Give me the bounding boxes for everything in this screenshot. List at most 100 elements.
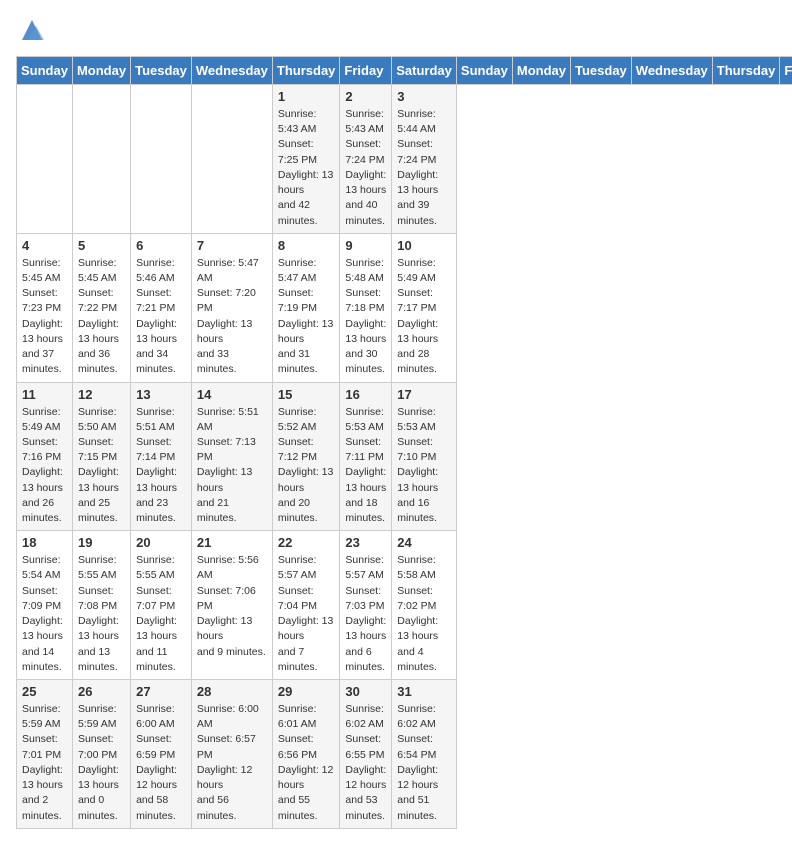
- day-info: Sunrise: 5:46 AM Sunset: 7:21 PM Dayligh…: [136, 256, 186, 378]
- day-info: Sunrise: 5:49 AM Sunset: 7:17 PM Dayligh…: [397, 256, 451, 378]
- day-number: 18: [22, 535, 67, 550]
- day-info: Sunrise: 5:45 AM Sunset: 7:22 PM Dayligh…: [78, 256, 125, 378]
- col-header-tuesday: Tuesday: [571, 57, 632, 85]
- calendar-cell: 26 Sunrise: 5:59 AM Sunset: 7:00 PM Dayli…: [72, 680, 130, 829]
- day-info: Sunrise: 5:47 AM Sunset: 7:19 PM Dayligh…: [278, 256, 335, 378]
- day-info: Sunrise: 5:43 AM Sunset: 7:24 PM Dayligh…: [345, 107, 386, 229]
- header-sunday: Sunday: [17, 57, 73, 85]
- day-number: 3: [397, 89, 451, 104]
- calendar-cell: 23 Sunrise: 5:57 AM Sunset: 7:03 PM Dayli…: [340, 531, 392, 680]
- day-info: Sunrise: 5:45 AM Sunset: 7:23 PM Dayligh…: [22, 256, 67, 378]
- day-number: 5: [78, 238, 125, 253]
- day-number: 19: [78, 535, 125, 550]
- day-number: 9: [345, 238, 386, 253]
- day-info: Sunrise: 5:57 AM Sunset: 7:04 PM Dayligh…: [278, 553, 335, 675]
- calendar-cell: 17Sunrise: 5:53 AM Sunset: 7:10 PM Dayli…: [392, 382, 457, 531]
- header-thursday: Thursday: [272, 57, 340, 85]
- calendar-cell: [17, 85, 73, 234]
- day-info: Sunrise: 6:00 AM Sunset: 6:57 PM Dayligh…: [197, 702, 267, 824]
- day-info: Sunrise: 5:55 AM Sunset: 7:07 PM Dayligh…: [136, 553, 186, 675]
- day-number: 15: [278, 387, 335, 402]
- calendar-header-row: SundayMondayTuesdayWednesdayThursdayFrid…: [17, 57, 792, 85]
- day-number: 16: [345, 387, 386, 402]
- calendar-cell: 11 Sunrise: 5:49 AM Sunset: 7:16 PM Dayli…: [17, 382, 73, 531]
- calendar-cell: 7 Sunrise: 5:47 AM Sunset: 7:20 PM Daylig…: [191, 233, 272, 382]
- day-info: Sunrise: 5:47 AM Sunset: 7:20 PM Dayligh…: [197, 256, 267, 378]
- day-number: 8: [278, 238, 335, 253]
- day-number: 29: [278, 684, 335, 699]
- day-number: 20: [136, 535, 186, 550]
- week-row-4: 18 Sunrise: 5:54 AM Sunset: 7:09 PM Dayli…: [17, 531, 792, 680]
- calendar-cell: 28Sunrise: 6:00 AM Sunset: 6:57 PM Dayli…: [191, 680, 272, 829]
- day-info: Sunrise: 5:48 AM Sunset: 7:18 PM Dayligh…: [345, 256, 386, 378]
- calendar-cell: 22 Sunrise: 5:57 AM Sunset: 7:04 PM Dayli…: [272, 531, 340, 680]
- col-header-thursday: Thursday: [712, 57, 780, 85]
- calendar-cell: 9 Sunrise: 5:48 AM Sunset: 7:18 PM Daylig…: [340, 233, 392, 382]
- calendar-cell: 25Sunrise: 5:59 AM Sunset: 7:01 PM Dayli…: [17, 680, 73, 829]
- day-number: 1: [278, 89, 335, 104]
- calendar-cell: 1 Sunrise: 5:43 AM Sunset: 7:25 PM Daylig…: [272, 85, 340, 234]
- col-header-friday: Friday: [780, 57, 792, 85]
- day-number: 17: [397, 387, 451, 402]
- day-number: 7: [197, 238, 267, 253]
- day-info: Sunrise: 5:44 AM Sunset: 7:24 PM Dayligh…: [397, 107, 451, 229]
- day-info: Sunrise: 5:54 AM Sunset: 7:09 PM Dayligh…: [22, 553, 67, 675]
- day-info: Sunrise: 5:53 AM Sunset: 7:11 PM Dayligh…: [345, 405, 386, 527]
- day-info: Sunrise: 5:43 AM Sunset: 7:25 PM Dayligh…: [278, 107, 335, 229]
- day-info: Sunrise: 5:59 AM Sunset: 7:00 PM Dayligh…: [78, 702, 125, 824]
- day-number: 2: [345, 89, 386, 104]
- calendar-table: SundayMondayTuesdayWednesdayThursdayFrid…: [16, 56, 792, 829]
- day-number: 13: [136, 387, 186, 402]
- week-row-5: 25Sunrise: 5:59 AM Sunset: 7:01 PM Dayli…: [17, 680, 792, 829]
- calendar-cell: [72, 85, 130, 234]
- calendar-cell: 13 Sunrise: 5:51 AM Sunset: 7:14 PM Dayli…: [131, 382, 192, 531]
- calendar-cell: 29 Sunrise: 6:01 AM Sunset: 6:56 PM Dayli…: [272, 680, 340, 829]
- calendar-cell: 10 Sunrise: 5:49 AM Sunset: 7:17 PM Dayli…: [392, 233, 457, 382]
- day-info: Sunrise: 5:55 AM Sunset: 7:08 PM Dayligh…: [78, 553, 125, 675]
- day-number: 26: [78, 684, 125, 699]
- day-number: 30: [345, 684, 386, 699]
- day-number: 12: [78, 387, 125, 402]
- calendar-cell: 27 Sunrise: 6:00 AM Sunset: 6:59 PM Dayli…: [131, 680, 192, 829]
- calendar-cell: 2 Sunrise: 5:43 AM Sunset: 7:24 PM Daylig…: [340, 85, 392, 234]
- col-header-sunday: Sunday: [456, 57, 512, 85]
- page-header: [16, 16, 776, 44]
- header-monday: Monday: [72, 57, 130, 85]
- calendar-cell: 18 Sunrise: 5:54 AM Sunset: 7:09 PM Dayli…: [17, 531, 73, 680]
- calendar-cell: 4Sunrise: 5:45 AM Sunset: 7:23 PM Daylig…: [17, 233, 73, 382]
- calendar-cell: 8 Sunrise: 5:47 AM Sunset: 7:19 PM Daylig…: [272, 233, 340, 382]
- day-info: Sunrise: 6:00 AM Sunset: 6:59 PM Dayligh…: [136, 702, 186, 824]
- day-number: 10: [397, 238, 451, 253]
- calendar-cell: 3 Sunrise: 5:44 AM Sunset: 7:24 PM Daylig…: [392, 85, 457, 234]
- calendar-cell: 15 Sunrise: 5:52 AM Sunset: 7:12 PM Dayli…: [272, 382, 340, 531]
- day-info: Sunrise: 5:56 AM Sunset: 7:06 PM Dayligh…: [197, 553, 267, 660]
- day-info: Sunrise: 5:51 AM Sunset: 7:14 PM Dayligh…: [136, 405, 186, 527]
- day-number: 31: [397, 684, 451, 699]
- calendar-cell: 31 Sunrise: 6:02 AM Sunset: 6:54 PM Dayli…: [392, 680, 457, 829]
- day-number: 24: [397, 535, 451, 550]
- day-number: 27: [136, 684, 186, 699]
- day-info: Sunrise: 5:51 AM Sunset: 7:13 PM Dayligh…: [197, 405, 267, 527]
- day-number: 23: [345, 535, 386, 550]
- calendar-cell: 30 Sunrise: 6:02 AM Sunset: 6:55 PM Dayli…: [340, 680, 392, 829]
- day-info: Sunrise: 5:50 AM Sunset: 7:15 PM Dayligh…: [78, 405, 125, 527]
- logo-icon: [18, 16, 46, 44]
- header-friday: Friday: [340, 57, 392, 85]
- calendar-cell: [191, 85, 272, 234]
- col-header-wednesday: Wednesday: [631, 57, 712, 85]
- day-number: 21: [197, 535, 267, 550]
- day-number: 14: [197, 387, 267, 402]
- day-info: Sunrise: 6:02 AM Sunset: 6:55 PM Dayligh…: [345, 702, 386, 824]
- day-info: Sunrise: 6:01 AM Sunset: 6:56 PM Dayligh…: [278, 702, 335, 824]
- day-info: Sunrise: 5:52 AM Sunset: 7:12 PM Dayligh…: [278, 405, 335, 527]
- day-info: Sunrise: 6:02 AM Sunset: 6:54 PM Dayligh…: [397, 702, 451, 824]
- day-number: 22: [278, 535, 335, 550]
- week-row-2: 4Sunrise: 5:45 AM Sunset: 7:23 PM Daylig…: [17, 233, 792, 382]
- week-row-3: 11 Sunrise: 5:49 AM Sunset: 7:16 PM Dayli…: [17, 382, 792, 531]
- day-number: 11: [22, 387, 67, 402]
- calendar-cell: 14 Sunrise: 5:51 AM Sunset: 7:13 PM Dayli…: [191, 382, 272, 531]
- day-info: Sunrise: 5:57 AM Sunset: 7:03 PM Dayligh…: [345, 553, 386, 675]
- day-info: Sunrise: 5:49 AM Sunset: 7:16 PM Dayligh…: [22, 405, 67, 527]
- calendar-cell: 6Sunrise: 5:46 AM Sunset: 7:21 PM Daylig…: [131, 233, 192, 382]
- calendar-cell: 16 Sunrise: 5:53 AM Sunset: 7:11 PM Dayli…: [340, 382, 392, 531]
